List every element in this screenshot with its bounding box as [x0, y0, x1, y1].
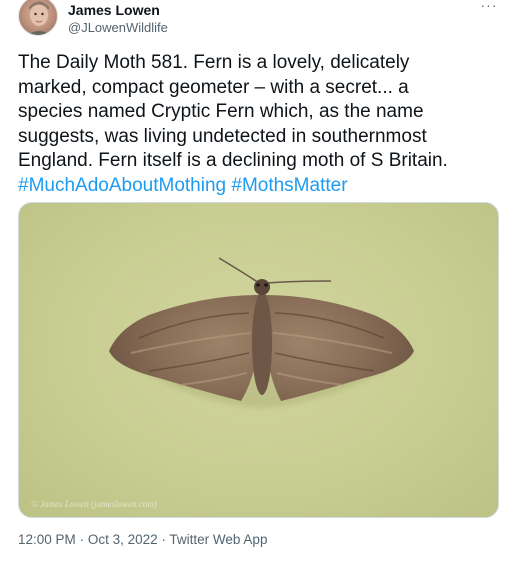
avatar[interactable] [18, 0, 58, 36]
tweet-text-line: suggests, was living undetected in south… [18, 125, 427, 147]
tweet-text-line: species named Cryptic Fern which, as the… [18, 101, 424, 122]
tweet-time[interactable]: 12:00 PM [18, 532, 76, 547]
tweet: James Lowen @JLowenWildlife ··· The Dail… [0, 0, 516, 562]
tweet-metadata: 12:00 PM · Oct 3, 2022 · Twitter Web App [18, 531, 267, 549]
photo-watermark: © James Lowen (jameslowen.com) [31, 499, 157, 509]
tweet-text: The Daily Moth 581. Fern is a lovely, de… [18, 51, 498, 198]
more-options-button[interactable]: ··· [478, 0, 500, 16]
tweet-date[interactable]: Oct 3, 2022 [88, 532, 158, 547]
hashtag-line: #MuchAdoAboutMothing #MothsMatter [18, 174, 498, 199]
ellipsis-icon: ··· [480, 0, 498, 13]
tweet-source[interactable]: Twitter Web App [169, 532, 267, 547]
tweet-text-line: England. Fern itself is a declining moth… [18, 150, 448, 171]
tweet-photo[interactable]: © James Lowen (jameslowen.com) [18, 202, 499, 518]
author-name[interactable]: James Lowen [68, 2, 160, 18]
tweet-text-line: The Daily Moth 581. Fern is a lovely, de… [18, 52, 410, 73]
avatar-face-icon [27, 1, 51, 35]
tweet-header: James Lowen @JLowenWildlife ··· [0, 0, 516, 44]
moth-image [109, 257, 414, 408]
tweet-text-line: marked, compact geometer – with a secret… [18, 76, 409, 98]
separator: · [161, 532, 166, 547]
hashtag-link[interactable]: #MothsMatter [231, 175, 347, 196]
hashtag-link[interactable]: #MuchAdoAboutMothing [18, 175, 226, 196]
author-handle[interactable]: @JLowenWildlife [68, 20, 168, 36]
separator: · [79, 532, 85, 547]
